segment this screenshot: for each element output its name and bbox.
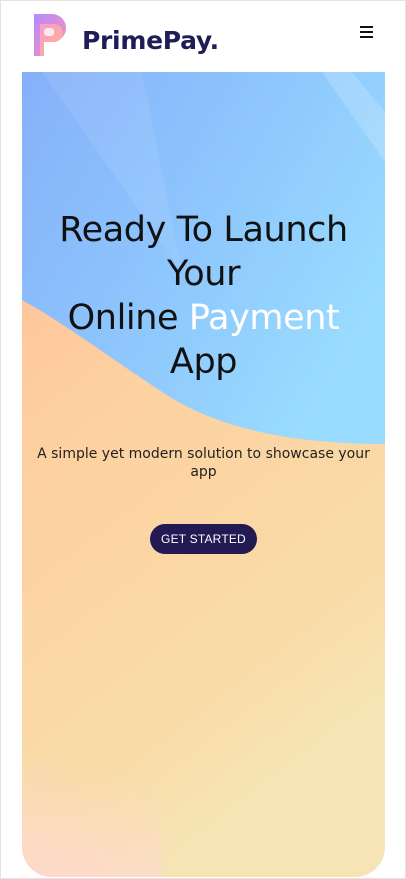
primepay-logo-icon[interactable] xyxy=(30,10,74,58)
hero-subtext: A simple yet modern solution to showcase… xyxy=(37,446,370,480)
site-header: PrimePay. xyxy=(0,0,406,72)
headline-online-text: Online xyxy=(67,298,189,338)
hero-section: Ready To Launch Your Online Payment App … xyxy=(22,72,385,877)
brand-name[interactable]: PrimePay. xyxy=(82,26,219,55)
headline-line: App xyxy=(169,342,238,382)
menu-line xyxy=(360,35,373,39)
menu-line xyxy=(360,30,373,34)
get-started-button[interactable]: GET STARTED xyxy=(150,524,257,554)
headline-highlight-text: Payment xyxy=(188,298,340,338)
menu-line xyxy=(360,26,373,29)
headline-line: Your xyxy=(166,254,241,294)
headline-line: Online Payment xyxy=(22,296,385,340)
hero-headline: Ready To Launch Your Online Payment App xyxy=(22,208,385,384)
hamburger-menu-icon[interactable] xyxy=(360,26,376,42)
headline-line: Ready To Launch xyxy=(59,210,348,250)
